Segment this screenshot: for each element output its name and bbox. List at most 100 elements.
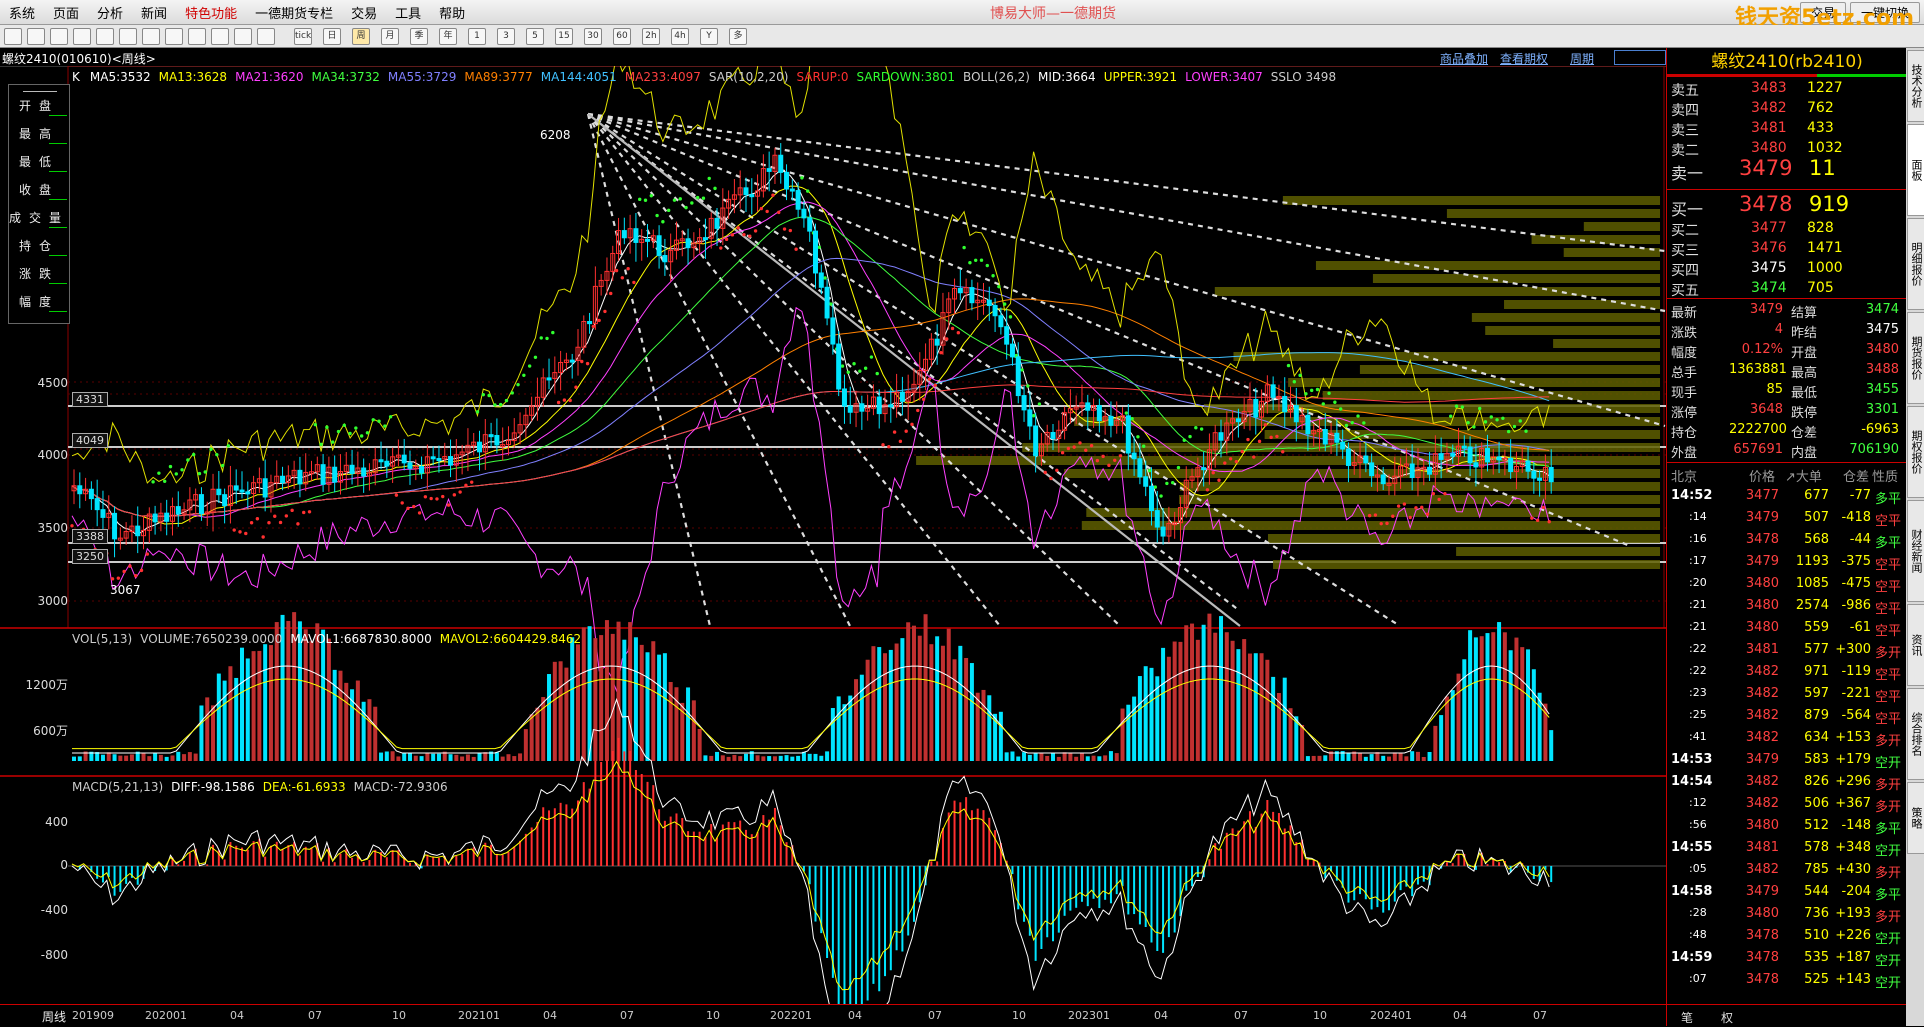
profile-bar [1074,417,1660,426]
menu-item[interactable]: 工具 [386,0,430,24]
candle-body [1450,453,1456,457]
side-tab[interactable]: 面板 [1907,124,1924,216]
volume-bar [1549,730,1554,761]
tick-time: 14:55 [1671,840,1713,855]
menu-item[interactable]: 分析 [88,0,132,24]
tick-row: :21 3480 559 -61 空平 [1667,618,1907,639]
kline-chart[interactable] [0,66,1666,1004]
window-controls[interactable] [1614,50,1666,65]
volume-bar [199,705,204,761]
period-button[interactable]: 60 [613,28,631,45]
sar-dot [701,196,706,200]
sar-dot [574,385,578,389]
period-button[interactable]: 季 [410,28,428,45]
zoom-in-icon[interactable] [96,28,114,45]
candle-body [784,171,790,190]
home-icon[interactable] [4,28,22,45]
sar-dot [765,209,769,214]
volume-bar [830,708,835,761]
paint-icon[interactable] [188,28,206,45]
volume-bar [1427,751,1432,761]
period-button[interactable]: 30 [584,28,602,45]
volume-bar [1358,752,1363,761]
period-button[interactable]: Y [700,28,718,45]
grid-icon[interactable] [142,28,160,45]
fan-line [587,113,1121,627]
ticks-header: 北京 价格 ↗大单 仓差 性质 [1667,464,1907,485]
stat-row: 涨跌 4 昨结 3475 [1667,320,1907,341]
period-button[interactable]: tick [294,28,312,45]
side-tab[interactable]: 明细报价 [1907,218,1924,310]
volume-bar [460,756,465,761]
side-tab[interactable]: 资讯 [1907,604,1924,686]
list-icon[interactable] [257,28,275,45]
menu-item[interactable]: 特色功能 [176,0,246,24]
menu-item[interactable]: 帮助 [430,0,474,24]
period-link[interactable]: 周期 [1570,50,1594,67]
period-button[interactable]: 月 [381,28,399,45]
time-tick: 201909 [72,1009,114,1022]
volume-bar [112,754,117,761]
volume-bar [940,645,945,761]
app-icon[interactable] [50,28,68,45]
sar-dot [956,331,961,335]
period-button[interactable]: 2h [642,28,660,45]
period-button[interactable]: 周 [352,28,370,45]
sar-dot [157,471,161,475]
tick-row: :12 3482 506 +367 多开 [1667,794,1907,815]
period-button[interactable]: 4h [671,28,689,45]
volume-bar [1473,637,1478,761]
menu-item[interactable]: 交易 [342,0,386,24]
side-tab[interactable]: 期货报价 [1907,312,1924,404]
menu-item[interactable]: 一德期货专栏 [246,0,342,24]
chart-icon[interactable] [27,28,45,45]
tick-delta: -204 [1841,884,1871,899]
candle-body [888,404,894,408]
volume-bar [1421,756,1426,761]
tick-nature: 空平 [1875,580,1902,595]
period-label[interactable]: 周线 [42,1008,66,1025]
period-button[interactable]: 1 [468,28,486,45]
period-button[interactable]: 多 [729,28,747,45]
volume-bar [170,755,175,761]
filter-icon[interactable] [211,28,229,45]
side-tab[interactable]: 技术分析 [1907,50,1924,122]
period-button[interactable]: 15 [555,28,573,45]
tick-nature: 多开 [1875,910,1902,925]
menu-item[interactable]: 系统 [0,0,44,24]
volume-bar [1010,751,1015,761]
refresh-icon[interactable] [73,28,91,45]
sar-dot [800,176,804,180]
menu-item[interactable]: 页面 [44,0,88,24]
volume-bar [1300,724,1305,761]
tick-time: :20 [1689,576,1707,589]
side-tab[interactable]: 综合排名 [1907,688,1924,780]
sar-dot [1252,455,1256,459]
options-link[interactable]: 查看期权 [1500,50,1548,67]
side-tab[interactable]: 期权报价 [1907,406,1924,498]
side-tab[interactable]: 策略 [1907,782,1924,854]
sar-dot [452,493,457,497]
tick-nature: 空平 [1875,624,1902,639]
volume-bar [1161,647,1166,761]
overlay-link[interactable]: 商品叠加 [1440,50,1488,67]
zoom-out-icon[interactable] [119,28,137,45]
sar-dot [1037,402,1042,406]
period-button[interactable]: 年 [439,28,457,45]
period-button[interactable]: 日 [323,28,341,45]
sar-dot [1495,418,1499,422]
period-button[interactable]: 5 [526,28,544,45]
menu-item[interactable]: 新闻 [132,0,176,24]
sar-dot [580,359,584,364]
stat-value: -6963 [1861,422,1899,437]
quote-tab[interactable]: 笔 [1681,1009,1693,1026]
side-tab[interactable]: 财经新闻 [1907,500,1924,602]
calc-icon[interactable] [234,28,252,45]
ticks-header-cell: ↗大单 [1785,470,1822,485]
pen-icon[interactable] [165,28,183,45]
quote-row: 卖五 3483 1227 [1667,78,1907,99]
period-button[interactable]: 3 [497,28,515,45]
sar-dot [1321,402,1325,406]
sar-dot [753,229,758,233]
quote-tab[interactable]: 权 [1721,1009,1733,1026]
